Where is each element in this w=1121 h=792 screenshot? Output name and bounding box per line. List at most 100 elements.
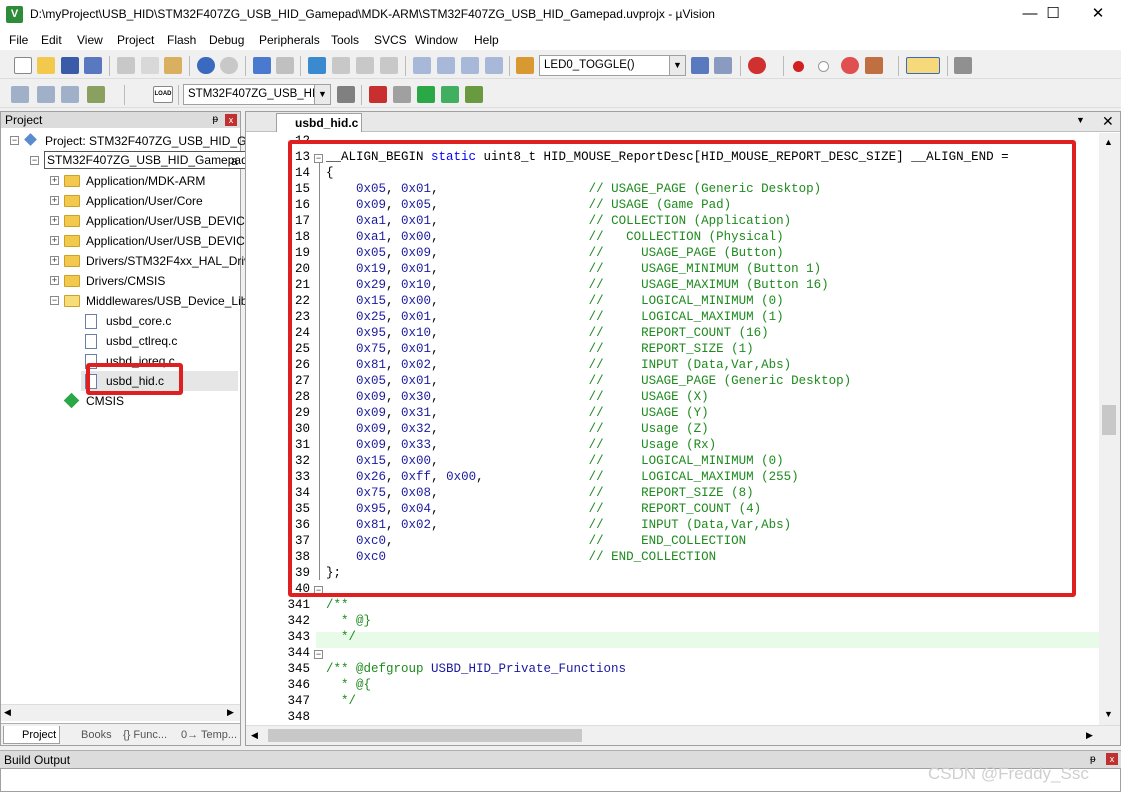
chevron-down-icon[interactable]: ▼ bbox=[314, 85, 330, 104]
paste-icon[interactable] bbox=[164, 57, 182, 74]
chevron-down-icon[interactable]: ▼ bbox=[669, 56, 685, 75]
tab-functions[interactable]: {} Func... bbox=[107, 726, 167, 744]
tab-books[interactable]: Books bbox=[63, 726, 112, 744]
scroll-right-icon[interactable]: ▶ bbox=[227, 707, 234, 718]
close-editor-icon[interactable]: ✕ bbox=[1102, 113, 1114, 130]
close-icon[interactable]: x bbox=[1106, 753, 1118, 765]
save-all-icon[interactable] bbox=[84, 57, 102, 74]
tree-file[interactable]: usbd_core.c bbox=[106, 311, 171, 331]
debug-session-icon[interactable] bbox=[748, 57, 766, 74]
expand-toggle[interactable]: + bbox=[50, 216, 59, 225]
uncomment-icon[interactable] bbox=[485, 57, 503, 74]
redo-icon[interactable] bbox=[220, 57, 238, 74]
tree-target[interactable]: STM32F407ZG_USB_HID_Gamepad bbox=[44, 151, 251, 169]
hscroll-thumb[interactable] bbox=[268, 729, 582, 742]
target-combo[interactable]: STM32F407ZG_USB_HID_ ▼ bbox=[183, 84, 331, 105]
disable-all-breakpoints-icon[interactable] bbox=[841, 57, 859, 74]
collapse-toggle[interactable]: − bbox=[10, 136, 19, 145]
window-layout-icon[interactable] bbox=[906, 57, 940, 74]
indent-icon[interactable] bbox=[413, 57, 431, 74]
undo-icon[interactable] bbox=[197, 57, 215, 74]
menu-debug[interactable]: Debug bbox=[209, 33, 244, 47]
build-icon[interactable] bbox=[37, 86, 55, 103]
manage-project-items-icon[interactable] bbox=[369, 86, 387, 103]
tab-project[interactable]: Project bbox=[3, 726, 61, 744]
menu-project[interactable]: Project bbox=[117, 33, 154, 47]
select-software-packs-icon[interactable] bbox=[441, 86, 459, 103]
scroll-left-icon[interactable]: ◀ bbox=[251, 730, 258, 741]
scroll-up-icon[interactable]: ▲ bbox=[1104, 137, 1113, 147]
tab-list-dropdown-icon[interactable]: ▼ bbox=[1076, 115, 1085, 125]
scroll-down-icon[interactable]: ▼ bbox=[1104, 709, 1113, 719]
batch-build-icon[interactable] bbox=[87, 86, 105, 103]
prev-bookmark-icon[interactable] bbox=[332, 57, 350, 74]
find-icon[interactable] bbox=[691, 57, 709, 74]
fold-toggle[interactable]: − bbox=[314, 650, 323, 659]
bookmark-icon[interactable] bbox=[308, 57, 326, 74]
pin-icon[interactable]: ᵽ bbox=[1090, 751, 1096, 769]
menu-file[interactable]: File bbox=[9, 33, 28, 47]
unindent-icon[interactable] bbox=[437, 57, 455, 74]
tab-templates[interactable]: 0→ Temp... bbox=[165, 726, 237, 744]
rebuild-icon[interactable] bbox=[61, 86, 79, 103]
manage-multi-project-icon[interactable] bbox=[393, 86, 411, 103]
tree-file-selected[interactable]: usbd_hid.c bbox=[106, 371, 164, 391]
tree-group[interactable]: Application/User/USB_DEVIC bbox=[86, 231, 245, 251]
collapse-toggle[interactable]: − bbox=[50, 296, 59, 305]
target-options-icon[interactable] bbox=[337, 86, 355, 103]
nav-back-icon[interactable] bbox=[253, 57, 271, 74]
tree-group[interactable]: Drivers/CMSIS bbox=[86, 271, 165, 291]
scroll-left-icon[interactable]: ◀ bbox=[4, 707, 11, 718]
breakpoint-icon[interactable] bbox=[793, 61, 804, 72]
expand-toggle[interactable]: + bbox=[50, 176, 59, 185]
new-file-icon[interactable] bbox=[14, 57, 32, 74]
download-icon[interactable]: LOAD bbox=[153, 86, 173, 103]
expand-toggle[interactable]: + bbox=[50, 276, 59, 285]
tree-cmsis[interactable]: CMSIS bbox=[86, 391, 124, 411]
fold-toggle[interactable]: − bbox=[314, 586, 323, 595]
find-in-files-icon[interactable] bbox=[516, 57, 534, 74]
nav-forward-icon[interactable] bbox=[276, 57, 294, 74]
menu-edit[interactable]: Edit bbox=[41, 33, 62, 47]
tree-file[interactable]: usbd_ctlreq.c bbox=[106, 331, 177, 351]
fold-toggle[interactable]: − bbox=[314, 154, 323, 163]
scroll-thumb[interactable] bbox=[1102, 405, 1116, 435]
find-combo[interactable]: LED0_TOGGLE() ▼ bbox=[539, 55, 686, 76]
editor-vscrollbar[interactable]: ▲ ▼ bbox=[1099, 133, 1120, 725]
editor-hscrollbar[interactable]: ◀ ▶ bbox=[246, 725, 1120, 745]
maximize-button[interactable]: ☐ bbox=[1030, 0, 1076, 30]
open-file-icon[interactable] bbox=[37, 57, 55, 74]
menu-peripherals[interactable]: Peripherals bbox=[259, 33, 320, 47]
expand-toggle[interactable]: + bbox=[50, 236, 59, 245]
tree-group[interactable]: Application/User/Core bbox=[86, 191, 203, 211]
incremental-find-icon[interactable] bbox=[714, 57, 732, 74]
tab-usbd-hid[interactable]: usbd_hid.c bbox=[276, 113, 362, 132]
menu-view[interactable]: View bbox=[77, 33, 103, 47]
translate-icon[interactable] bbox=[11, 86, 29, 103]
menu-tools[interactable]: Tools bbox=[331, 33, 359, 47]
collapse-toggle[interactable]: − bbox=[30, 156, 39, 165]
configure-icon[interactable] bbox=[954, 57, 972, 74]
save-icon[interactable] bbox=[61, 57, 79, 74]
tree-group[interactable]: Application/MDK-ARM bbox=[86, 171, 205, 191]
scroll-right-icon[interactable]: ▶ bbox=[1086, 730, 1093, 741]
comment-icon[interactable] bbox=[461, 57, 479, 74]
pack-installer-icon[interactable] bbox=[465, 86, 483, 103]
tree-group[interactable]: Middlewares/USB_Device_Lib bbox=[86, 291, 247, 311]
tree-group[interactable]: Application/User/USB_DEVIC bbox=[86, 211, 245, 231]
tree-group[interactable]: Drivers/STM32F4xx_HAL_Driv bbox=[86, 251, 250, 271]
menu-window[interactable]: Window bbox=[415, 33, 458, 47]
copy-icon[interactable] bbox=[141, 57, 159, 74]
project-hscrollbar[interactable]: ◀ ▶ bbox=[1, 704, 240, 721]
clear-bookmarks-icon[interactable] bbox=[380, 57, 398, 74]
tree-project-root[interactable]: Project: STM32F407ZG_USB_HID_Gar bbox=[45, 131, 257, 151]
manage-run-time-environment-icon[interactable] bbox=[417, 86, 435, 103]
kill-breakpoints-icon[interactable] bbox=[865, 57, 883, 74]
menu-svcs[interactable]: SVCS bbox=[374, 33, 407, 47]
pin-icon[interactable]: ᵽ bbox=[212, 112, 218, 128]
disable-breakpoint-icon[interactable] bbox=[818, 61, 829, 72]
expand-toggle[interactable]: + bbox=[50, 196, 59, 205]
close-button[interactable]: ✕ bbox=[1075, 0, 1121, 30]
cut-icon[interactable] bbox=[117, 57, 135, 74]
tree-file[interactable]: usbd_ioreq.c bbox=[106, 351, 175, 371]
